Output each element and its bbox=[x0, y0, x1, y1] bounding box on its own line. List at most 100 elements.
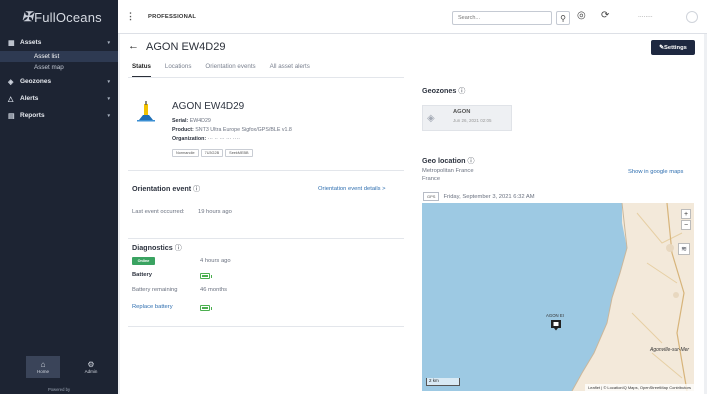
sidebar-item-label: Alerts bbox=[20, 95, 39, 102]
zoom-in-button[interactable]: + bbox=[681, 209, 691, 219]
help-icon[interactable]: ⓘ bbox=[175, 245, 182, 252]
home-label: Home bbox=[36, 369, 49, 374]
sidebar-item-reports[interactable]: ▤ Reports ▾ bbox=[0, 107, 118, 124]
sidebar-subitem-asset-map[interactable]: Asset map bbox=[0, 62, 118, 73]
battery-remaining-value: 46 months bbox=[200, 287, 228, 293]
search-icon: ⚲ bbox=[560, 13, 566, 23]
sidebar-item-geozones[interactable]: ◈ Geozones ▾ bbox=[0, 73, 118, 90]
location-map[interactable]: + − ≋ AGON EI Agonville-sur-Mer 2 km Lea… bbox=[422, 203, 694, 391]
admin-label: Admin bbox=[84, 369, 98, 374]
asset-tags: Normandie 7U3G2B SeekMEBB bbox=[172, 149, 255, 157]
menu-dots-icon[interactable]: ⋮ bbox=[126, 11, 135, 22]
sidebar-item-label: Reports bbox=[20, 112, 45, 119]
geo-country: France bbox=[422, 176, 441, 182]
battery-remaining-label: Battery remaining bbox=[132, 287, 178, 293]
home-button[interactable]: ⌂ Home bbox=[26, 356, 60, 378]
bell-icon: △ bbox=[8, 95, 14, 103]
last-event-value: 19 hours ago bbox=[198, 209, 232, 215]
tag-chip: 7U3G2B bbox=[200, 149, 224, 157]
place-label: Agonville-sur-Mer bbox=[650, 347, 690, 353]
app-logo[interactable]: ✠ FullOceans bbox=[0, 0, 118, 34]
sidebar-subitem-asset-list[interactable]: Asset list bbox=[0, 51, 118, 62]
tab-status[interactable]: Status bbox=[132, 63, 151, 77]
back-arrow-icon[interactable]: ← bbox=[128, 40, 139, 52]
divider bbox=[128, 238, 404, 239]
asset-name: AGON EW4D29 bbox=[172, 101, 245, 112]
help-icon[interactable]: ⓘ bbox=[458, 88, 465, 95]
battery-icon bbox=[200, 273, 212, 279]
asset-organization: Organization: ··· ·· ··· ··· ···· bbox=[172, 136, 240, 142]
page-title: AGON EW4D29 bbox=[146, 41, 226, 53]
help-icon[interactable]: ⓘ bbox=[193, 186, 200, 193]
asset-product: Product: SNT3 Ultra Europe Sigfox/GPS/BL… bbox=[172, 127, 292, 133]
gear-icon: ⚙ bbox=[87, 360, 95, 369]
settings-button[interactable]: ✎ Settings bbox=[651, 40, 695, 55]
tab-divider bbox=[128, 77, 404, 78]
buoy-icon bbox=[137, 101, 155, 122]
divider bbox=[128, 170, 404, 171]
tab-locations[interactable]: Locations bbox=[165, 63, 192, 77]
last-event-label: Last event occurred: bbox=[132, 209, 185, 215]
refresh-icon[interactable]: ⟳ bbox=[601, 10, 609, 21]
geolocation-title: Geo location ⓘ bbox=[422, 156, 475, 165]
orientation-details-link[interactable]: Orientation event details > bbox=[318, 186, 386, 192]
target-icon[interactable]: ◎ bbox=[577, 10, 586, 21]
geozone-date: Jun 26, 2021 02:05 bbox=[453, 118, 492, 123]
tab-bar: Status Locations Orientation events All … bbox=[132, 63, 324, 77]
geozone-name: AGON bbox=[453, 109, 471, 115]
battery-icon bbox=[200, 305, 212, 311]
report-icon: ▤ bbox=[8, 112, 15, 120]
chevron-down-icon: ▾ bbox=[107, 39, 110, 46]
assets-icon: ▦ bbox=[8, 39, 15, 47]
admin-button[interactable]: ⚙ Admin bbox=[74, 356, 108, 378]
top-bar: ⋮ PROFESSIONAL ⚲ ◎ ⟳ ········ bbox=[118, 0, 707, 34]
asset-panel: ← AGON EW4D29 ✎ Settings Status Location… bbox=[120, 34, 704, 394]
username[interactable]: ········ bbox=[638, 14, 653, 20]
sidebar: ✠ FullOceans ▦ Assets ▾ Asset list Asset… bbox=[0, 0, 118, 394]
search-button[interactable]: ⚲ bbox=[556, 11, 570, 25]
search-input[interactable] bbox=[452, 11, 552, 25]
map-layers-button[interactable]: ≋ bbox=[678, 243, 690, 255]
orientation-title: Orientation event ⓘ bbox=[132, 184, 201, 193]
powered-by: Powered by bbox=[47, 387, 71, 392]
geozone-card[interactable]: ◈ AGON Jun 26, 2021 02:05 bbox=[422, 105, 512, 131]
sidebar-item-label: Assets bbox=[20, 39, 42, 46]
layers-icon: ≋ bbox=[681, 246, 687, 253]
divider bbox=[128, 326, 404, 327]
geozones-title: Geozones ⓘ bbox=[422, 86, 466, 95]
chevron-down-icon: ▾ bbox=[107, 78, 110, 85]
geozones-icon: ◈ bbox=[8, 78, 14, 86]
chevron-down-icon: ▾ bbox=[107, 95, 110, 102]
logo-mark-icon: ✠ bbox=[22, 9, 34, 24]
tab-orientation-events[interactable]: Orientation events bbox=[205, 63, 255, 77]
sidebar-item-label: Geozones bbox=[20, 78, 52, 85]
geo-region: Metropolitan France bbox=[422, 168, 474, 174]
home-icon: ⌂ bbox=[40, 360, 46, 369]
map-marker-icon[interactable] bbox=[550, 319, 562, 331]
map-attribution[interactable]: Leaflet | © LocationIQ Maps, OpenStreetM… bbox=[585, 384, 694, 391]
gps-badge: GPS bbox=[423, 192, 440, 201]
gps-timestamp: Friday, September 3, 2021 6:32 AM bbox=[443, 193, 535, 200]
sidebar-bottom: ⌂ Home ⚙ Admin Powered by bbox=[0, 354, 118, 394]
layers-icon: ◈ bbox=[427, 113, 435, 124]
sidebar-item-assets[interactable]: ▦ Assets ▾ bbox=[0, 34, 118, 51]
sidebar-item-alerts[interactable]: △ Alerts ▾ bbox=[0, 90, 118, 107]
map-scale: 2 km bbox=[426, 378, 460, 386]
help-icon[interactable]: ⓘ bbox=[468, 158, 475, 165]
avatar[interactable] bbox=[686, 11, 698, 23]
logo-text: FullOceans bbox=[34, 9, 102, 25]
diagnostics-title: Diagnostics ⓘ bbox=[132, 243, 182, 252]
zoom-out-button[interactable]: − bbox=[681, 220, 691, 230]
breadcrumb[interactable]: PROFESSIONAL bbox=[148, 14, 196, 20]
map-tiles bbox=[571, 203, 694, 391]
google-maps-link[interactable]: Show in google maps bbox=[628, 169, 683, 175]
tab-all-asset-alerts[interactable]: All asset alerts bbox=[270, 63, 310, 77]
status-time: 4 hours ago bbox=[200, 258, 231, 264]
chevron-down-icon: ▾ bbox=[107, 112, 110, 119]
replace-battery-link[interactable]: Replace battery bbox=[132, 304, 173, 310]
tag-chip: Normandie bbox=[172, 149, 199, 157]
settings-label: Settings bbox=[663, 44, 687, 51]
status-badge: Online bbox=[132, 257, 155, 265]
tag-chip: SeekMEBB bbox=[225, 149, 253, 157]
marker-label: AGON EI bbox=[546, 313, 564, 318]
